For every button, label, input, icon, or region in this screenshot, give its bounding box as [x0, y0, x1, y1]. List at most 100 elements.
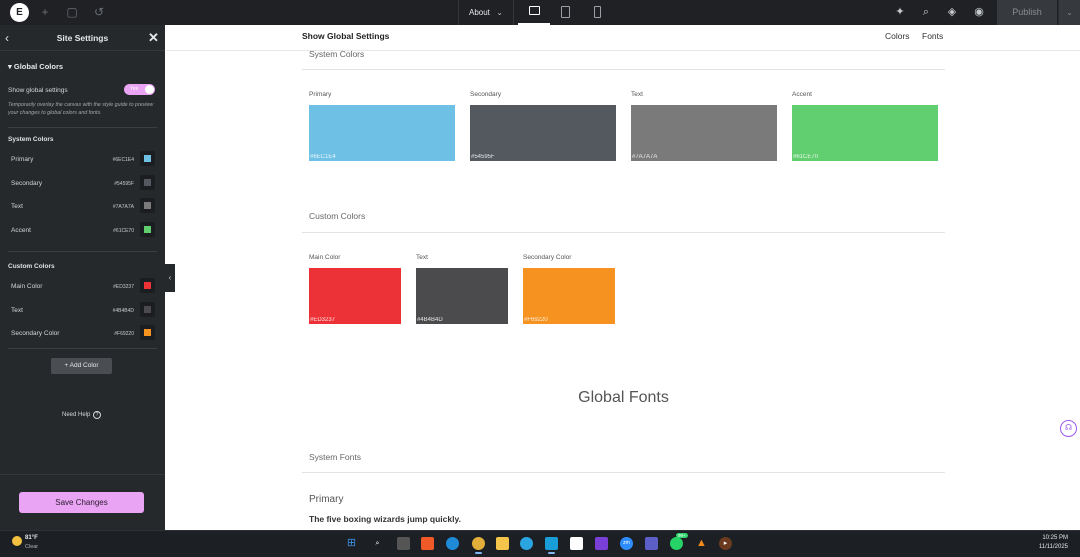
video-editor-icon[interactable] [595, 537, 608, 550]
color-picker-button[interactable] [140, 175, 155, 190]
color-swatch [144, 179, 151, 186]
color-name: Primary [11, 156, 34, 163]
section-divider [302, 69, 945, 70]
color-swatch-text[interactable]: #7A7A7A [631, 105, 777, 161]
desktop-view-button[interactable] [518, 0, 550, 25]
mobile-icon [594, 6, 601, 18]
custom-color-row-main[interactable]: Main Color #ED3237 [0, 278, 165, 300]
toggle-label: Yes [130, 86, 139, 92]
swatch-hex: #6EC1E4 [310, 154, 336, 160]
system-color-row-accent[interactable]: Accent #61CE70 [0, 222, 165, 244]
elementor-logo-icon[interactable]: E [10, 3, 29, 22]
swatch-label: Primary [309, 91, 332, 98]
color-swatch-main[interactable]: #ED3237 [309, 268, 401, 324]
tab-fonts[interactable]: Fonts [922, 31, 943, 41]
color-swatch-accent[interactable]: #61CE70 [792, 105, 938, 161]
windows-taskbar: 81°F Clear ⊞ ⌕ zm 99+ ▲ ▸ 10:25 PM 11/11… [0, 530, 1080, 557]
color-hex: #F69220 [114, 331, 134, 337]
preview-eye-icon[interactable]: ◉ [972, 5, 986, 19]
zoom-icon[interactable]: zm [620, 537, 633, 550]
custom-color-row-secondary[interactable]: Secondary Color #F69220 [0, 325, 165, 347]
system-color-row-primary[interactable]: Primary #6EC1E4 [0, 151, 165, 173]
save-changes-button[interactable]: Save Changes [19, 492, 144, 513]
color-swatch [144, 155, 151, 162]
teams-icon[interactable] [645, 537, 658, 550]
weather-icon[interactable] [12, 536, 22, 546]
publish-button[interactable]: Publish [997, 0, 1057, 25]
support-headset-icon[interactable]: ☊ [1060, 420, 1077, 437]
color-swatch [144, 202, 151, 209]
color-swatch-secondary[interactable]: #54595F [470, 105, 616, 161]
close-icon[interactable]: ✕ [148, 30, 159, 46]
layers-icon[interactable]: ◈ [945, 5, 959, 19]
color-swatch-secondary-color[interactable]: #F69220 [523, 268, 615, 324]
panel-header: ‹ Site Settings ✕ [0, 25, 165, 51]
canvas-header-divider [166, 50, 1080, 51]
help-question-icon[interactable]: ? [93, 411, 101, 419]
swatch-hex: #ED3237 [310, 317, 336, 323]
structure-icon[interactable]: ▢ [65, 5, 79, 19]
color-picker-button[interactable] [140, 198, 155, 213]
section-divider [302, 472, 945, 473]
color-hex: #6EC1E4 [112, 157, 134, 163]
add-element-icon[interactable]: + [38, 5, 52, 19]
color-picker-button[interactable] [140, 278, 155, 293]
color-swatch-primary[interactable]: #6EC1E4 [309, 105, 455, 161]
search-icon[interactable]: ⌕ [371, 537, 384, 550]
brave-browser-icon[interactable] [421, 537, 434, 550]
custom-colors-heading: Custom Colors [309, 211, 366, 221]
system-colors-title: System Colors [8, 136, 54, 143]
notes-icon[interactable]: ✦ [893, 5, 907, 19]
color-swatch [144, 306, 151, 313]
telegram-icon[interactable] [520, 537, 533, 550]
tablet-view-button[interactable] [550, 0, 582, 25]
color-hex: #ED3237 [113, 284, 134, 290]
whatsapp-badge: 99+ [676, 533, 688, 538]
panel-footer: Save Changes [0, 474, 165, 530]
whatsapp-icon[interactable] [670, 537, 683, 550]
show-global-toggle[interactable]: Yes [124, 84, 155, 95]
system-colors-heading: System Colors [309, 49, 365, 59]
system-color-row-text[interactable]: Text #7A7A7A [0, 198, 165, 220]
clock-date: 11/11/2025 [1038, 544, 1068, 550]
color-picker-button[interactable] [140, 222, 155, 237]
page-menu-dropdown[interactable]: About ⌄ [458, 0, 514, 25]
notepad-icon[interactable] [545, 537, 558, 554]
system-fonts-heading: System Fonts [309, 452, 361, 462]
swatch-hex: #4B4B4D [417, 317, 443, 323]
add-color-button[interactable]: + Add Color [51, 358, 112, 374]
global-fonts-title: Global Fonts [578, 389, 669, 406]
need-help-link[interactable]: Need Help [62, 412, 90, 418]
show-global-label: Show global settings [8, 87, 68, 94]
file-explorer-icon[interactable] [496, 537, 509, 550]
swatch-label: Accent [792, 91, 812, 98]
color-swatch-custom-text[interactable]: #4B4B4D [416, 268, 508, 324]
windows-start-icon[interactable]: ⊞ [345, 537, 358, 550]
global-colors-section-toggle[interactable]: ▾ Global Colors [8, 62, 63, 71]
site-settings-panel: ‹ Site Settings ✕ ▾ Global Colors Show g… [0, 25, 165, 530]
media-player-icon[interactable]: ▸ [719, 537, 732, 550]
publish-options-chevron-icon[interactable]: ⌄ [1058, 0, 1080, 25]
collapse-panel-chevron-icon[interactable]: ‹ [165, 264, 175, 292]
chrome-browser-icon[interactable] [472, 537, 485, 554]
chevron-down-icon: ⌄ [496, 8, 503, 17]
task-view-icon[interactable] [397, 537, 410, 550]
mobile-view-button[interactable] [582, 0, 614, 25]
color-picker-button[interactable] [140, 325, 155, 340]
history-icon[interactable]: ↺ [92, 5, 106, 19]
toggle-knob [145, 85, 154, 94]
tablet-icon [561, 6, 570, 18]
color-picker-button[interactable] [140, 151, 155, 166]
custom-color-row-text[interactable]: Text #4B4B4D [0, 302, 165, 324]
swatch-label: Secondary Color [523, 254, 572, 261]
edge-browser-icon[interactable] [446, 537, 459, 550]
swatch-label: Text [631, 91, 643, 98]
section-title: Global Colors [13, 62, 64, 71]
search-icon[interactable]: ⌕ [919, 5, 933, 19]
vlc-icon[interactable]: ▲ [695, 537, 708, 550]
desktop-icon [529, 6, 540, 15]
tab-colors[interactable]: Colors [885, 31, 910, 41]
system-color-row-secondary[interactable]: Secondary #54595F [0, 175, 165, 197]
color-picker-button[interactable] [140, 302, 155, 317]
capcut-icon[interactable] [570, 537, 583, 550]
